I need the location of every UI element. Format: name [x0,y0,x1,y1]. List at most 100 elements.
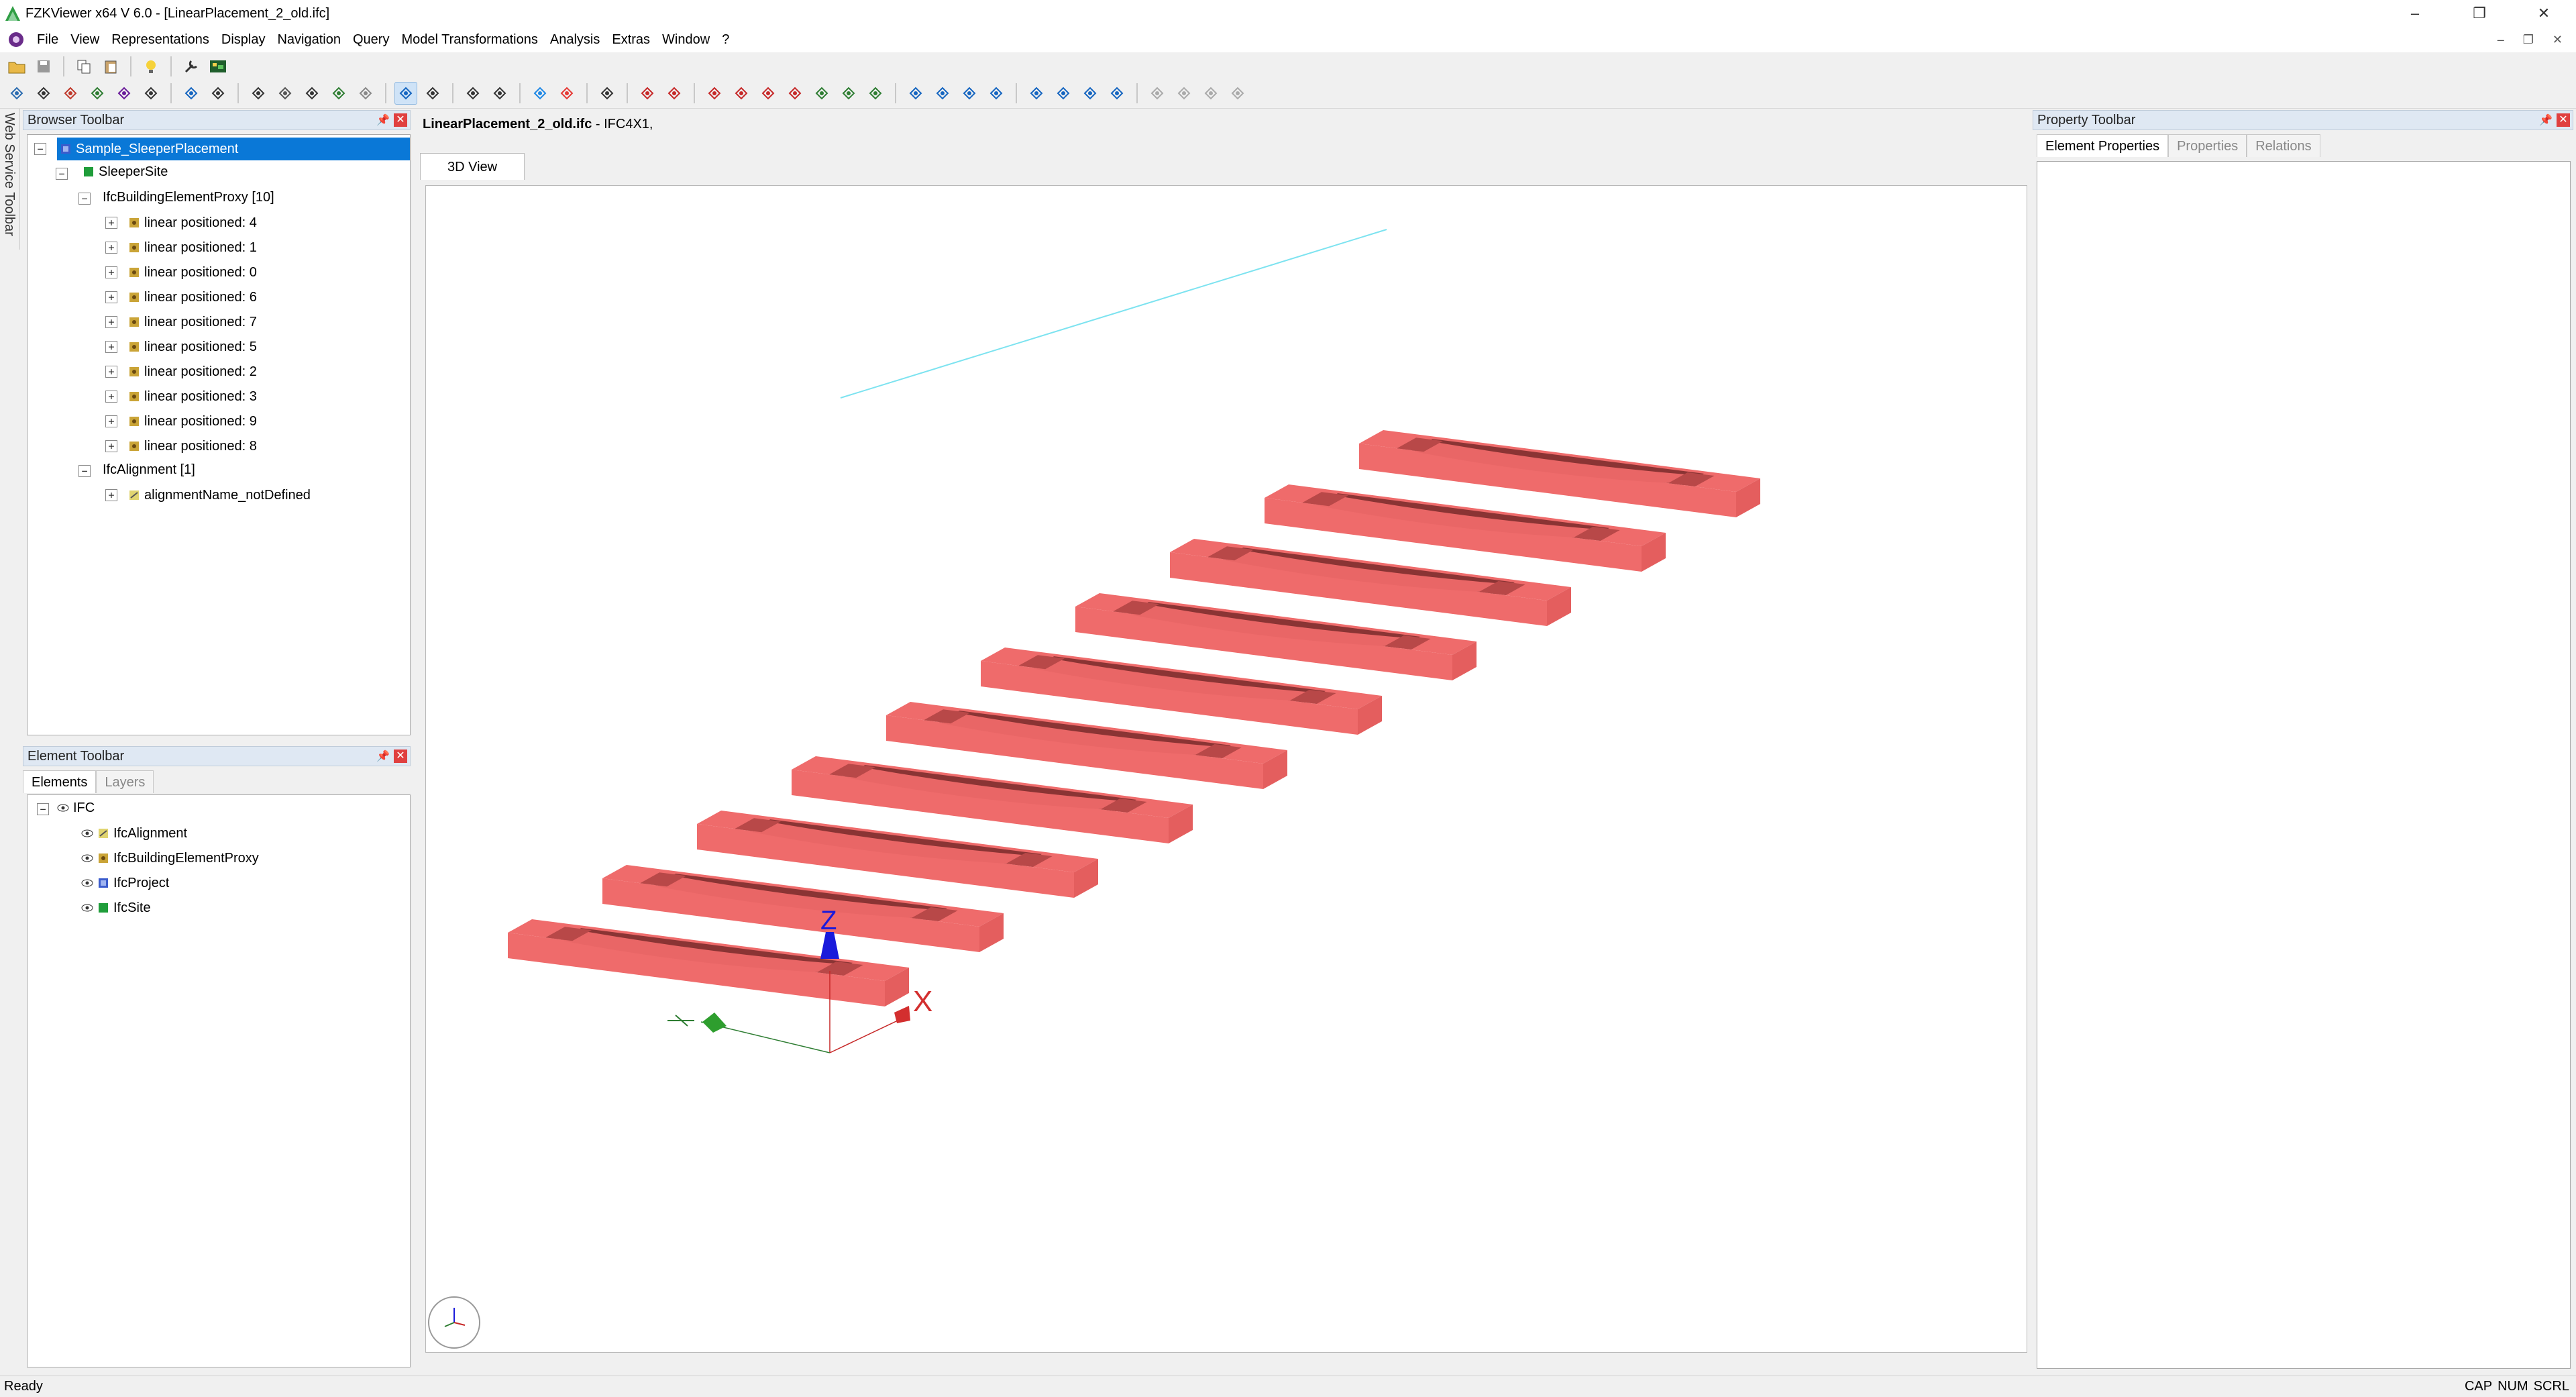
pan-icon[interactable] [86,82,109,105]
tab-3d-view[interactable]: 3D View [420,153,525,180]
close-icon[interactable]: ✕ [394,113,407,127]
menu-analysis[interactable]: Analysis [544,27,606,52]
expand-toggle[interactable]: + [105,489,117,501]
expand-toggle[interactable]: + [105,341,117,353]
menu-file[interactable]: File [31,27,64,52]
move-icon-4[interactable] [784,82,806,105]
tab-relations[interactable]: Relations [2247,134,2320,157]
zoom-icon[interactable] [113,82,136,105]
axes-grid-icon[interactable] [421,82,444,105]
fit-icon-4[interactable] [1106,82,1128,105]
grid-icon[interactable] [462,82,484,105]
move-icon-6[interactable] [837,82,860,105]
move-icon-2[interactable] [730,82,753,105]
hint-icon[interactable] [140,55,162,78]
fit-disabled-icon-3[interactable] [1199,82,1222,105]
tree-item-ifc-root[interactable]: IFC [57,796,95,819]
menu-help[interactable]: ? [716,27,735,52]
tree-item-proxy[interactable]: linear positioned: 4 [128,211,257,234]
fit-icon-3[interactable] [1079,82,1102,105]
tab-properties[interactable]: Properties [2168,134,2247,157]
arrow-icon-2[interactable] [931,82,954,105]
expand-toggle[interactable]: + [105,217,117,229]
fit-disabled-icon-1[interactable] [1146,82,1169,105]
menu-query[interactable]: Query [347,27,395,52]
tree-item-site[interactable]: SleeperSite [83,160,168,183]
move-icon-3[interactable] [757,82,780,105]
palette-icon[interactable] [555,82,578,105]
expand-toggle[interactable]: + [105,242,117,254]
expand-toggle[interactable]: + [105,316,117,328]
move-icon-7[interactable] [864,82,887,105]
copy-icon[interactable] [72,55,95,78]
tree-item-proxy[interactable]: linear positioned: 3 [128,385,257,408]
pin-icon[interactable]: 📌 [376,113,390,127]
restore-button[interactable]: ❐ [2447,0,2512,27]
expand-toggle[interactable]: + [105,415,117,427]
axes-icon[interactable] [394,82,417,105]
ruler-icon[interactable] [596,82,619,105]
mdi-minimize-button[interactable]: – [2498,27,2504,52]
mdi-close-button[interactable]: ✕ [2553,27,2563,52]
collapse-toggle[interactable]: − [78,193,91,205]
tree-item-proxy[interactable]: linear positioned: 2 [128,360,257,383]
menu-model-transformations[interactable]: Model Transformations [395,27,543,52]
expand-toggle[interactable]: + [105,366,117,378]
tree-item-proxy[interactable]: linear positioned: 9 [128,410,257,433]
tree-item-element-type[interactable]: IfcAlignment [81,822,187,845]
document-icon[interactable] [7,30,25,49]
target2-icon[interactable] [663,82,686,105]
select-arrow-icon[interactable] [32,82,55,105]
save-icon[interactable] [32,55,55,78]
menu-window[interactable]: Window [656,27,716,52]
box-wire-icon[interactable] [247,82,270,105]
scene-svg[interactable]: ZX [426,186,2027,1352]
expand-toggle[interactable]: + [105,266,117,278]
collapse-toggle[interactable]: − [78,465,91,477]
box-shade-icon[interactable] [354,82,377,105]
eye-icon[interactable] [57,803,69,813]
arrow-icon-4[interactable] [985,82,1008,105]
tree-item-proxy-group[interactable]: IfcBuildingElementProxy [10] [103,186,274,209]
fit-disabled-icon-2[interactable] [1173,82,1195,105]
open-folder-icon[interactable] [5,55,28,78]
arrow-icon-3[interactable] [958,82,981,105]
tree-item-alignment-group[interactable]: IfcAlignment [1] [103,458,195,481]
move-icon-5[interactable] [810,82,833,105]
target-icon[interactable] [636,82,659,105]
tree-item-alignment[interactable]: alignmentName_notDefined [128,484,311,507]
menu-view[interactable]: View [64,27,105,52]
close-icon[interactable]: ✕ [2557,113,2570,127]
box-solid-icon[interactable] [274,82,297,105]
eye-icon[interactable] [81,829,93,838]
box-half-icon[interactable] [301,82,323,105]
mdi-restore-button[interactable]: ❐ [2523,27,2534,52]
tab-elements[interactable]: Elements [23,770,97,793]
pin-icon[interactable]: 📌 [2539,113,2553,127]
tree-item-project-root[interactable]: Sample_SleeperPlacement [57,138,410,160]
eye-icon[interactable] [81,903,93,913]
expand-toggle[interactable]: + [105,440,117,452]
tree-item-proxy[interactable]: linear positioned: 7 [128,311,257,333]
tree-item-element-type[interactable]: IfcBuildingElementProxy [81,847,259,870]
tree-item-proxy[interactable]: linear positioned: 0 [128,261,257,284]
tree-item-element-type[interactable]: IfcProject [81,872,169,894]
snowflake-icon[interactable] [529,82,551,105]
menu-extras[interactable]: Extras [606,27,656,52]
tab-layers[interactable]: Layers [96,770,154,793]
menu-navigation[interactable]: Navigation [271,27,347,52]
collapse-toggle[interactable]: − [37,803,49,815]
eye-icon[interactable] [81,878,93,888]
tree-item-proxy[interactable]: linear positioned: 8 [128,435,257,458]
fit-icon-2[interactable] [1052,82,1075,105]
move-icon-1[interactable] [703,82,726,105]
menu-representations[interactable]: Representations [105,27,215,52]
list-icon[interactable] [488,82,511,105]
fly-icon[interactable] [140,82,162,105]
menu-display[interactable]: Display [215,27,272,52]
collapse-toggle[interactable]: − [34,143,46,155]
tree-item-proxy[interactable]: linear positioned: 6 [128,286,257,309]
rotate-icon[interactable] [59,82,82,105]
tab-element-properties[interactable]: Element Properties [2037,134,2169,157]
expand-toggle[interactable]: + [105,391,117,403]
